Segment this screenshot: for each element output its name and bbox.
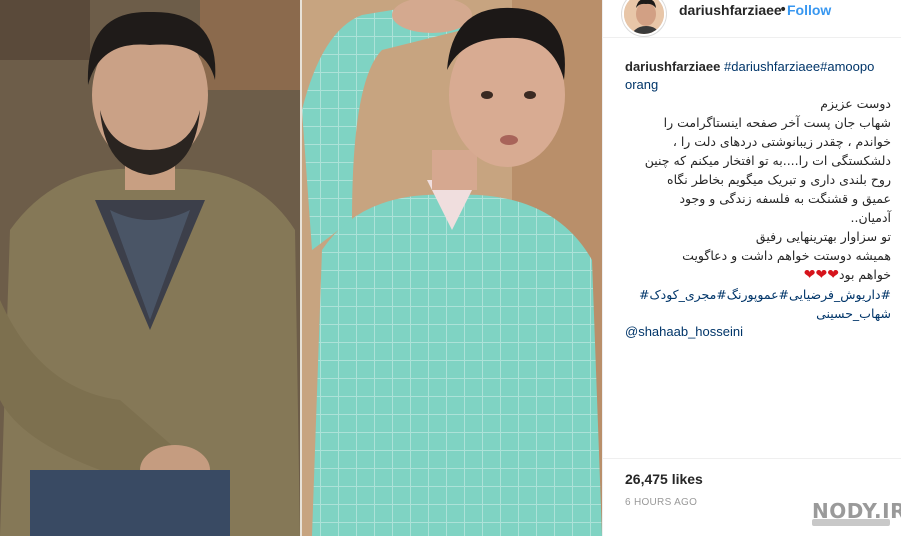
heart-icon: ❤❤❤ [803,267,839,283]
portrait-illustration-right [302,0,602,536]
watermark-underline [812,519,890,526]
avatar-image [624,0,664,34]
photo-left-portrait [0,0,300,536]
portrait-illustration-left [0,0,300,536]
caption-mention[interactable]: @shahaab_hosseini [625,323,891,341]
caption-line: خواندم ، چقدر زیبانوشتی دردهای دلت را ، [672,134,891,149]
header-username[interactable]: dariushfarziaee [679,2,782,18]
follow-button[interactable]: Follow [787,2,831,18]
caption-line: عمیق و قشنگت به فلسفه زندگی و وجود [679,191,891,206]
caption-closing-text: خواهم بود [838,267,891,282]
caption-line: آدمیان.. [850,210,891,225]
caption-line: شهاب جان پست آخر صفحه اینستاگرامت را [663,115,891,130]
likes-count[interactable]: 26,475 likes [625,471,703,487]
caption-header-line: dariushfarziaee #dariushfarziaee#amoopo … [625,58,891,94]
post-caption: dariushfarziaee #dariushfarziaee#amoopo … [625,58,891,341]
avatar[interactable] [622,0,666,36]
caption-line: همیشه دوستت خواهم داشت و دعاگویت [682,248,891,263]
caption-line: روح بلندی داری و تبریک میگویم بخاطر نگاه [667,172,891,187]
post-image[interactable] [0,0,602,536]
caption-hashtags-line[interactable]: #داریوش_فرضیایی#عموپورنگ#مجری_کودک# [625,285,891,304]
caption-closing-line: خواهم بود❤❤❤ [625,265,891,285]
post-panel: dariushfarziaee • Follow dariushfarziaee… [602,0,901,536]
post-header: dariushfarziaee • Follow [603,0,901,38]
photo-right-portrait [302,0,602,536]
caption-line: دلشکستگی ات را....به تو افتخار میکنم که … [644,153,891,168]
caption-body: دوست عزیزم شهاب جان پست آخر صفحه اینستاگ… [625,94,891,323]
post-timestamp[interactable]: 6 HOURS AGO [625,497,697,508]
watermark-logo: NODY.IR [810,499,901,529]
caption-hashtags-line[interactable]: شهاب_حسینی [625,304,891,323]
caption-line: تو سزاوار بهترینهایی رفیق [755,229,891,244]
caption-username[interactable]: dariushfarziaee [625,59,720,74]
caption-line: دوست عزیزم [820,96,891,111]
